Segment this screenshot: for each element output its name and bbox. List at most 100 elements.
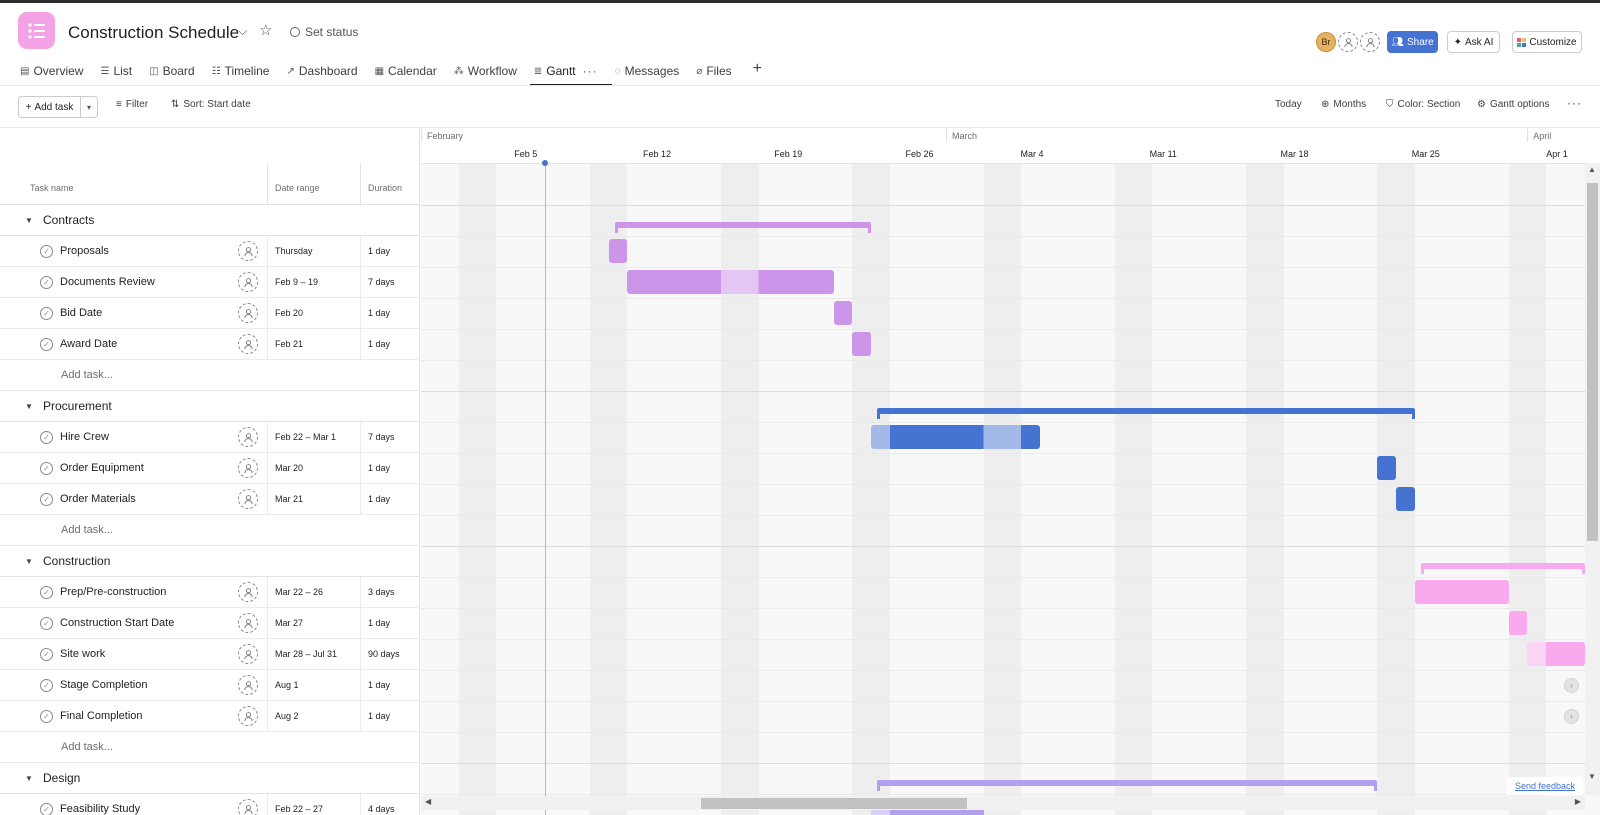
today-button[interactable]: Today: [1275, 99, 1302, 110]
task-duration[interactable]: 1 day: [368, 463, 390, 473]
task-duration[interactable]: 1 day: [368, 246, 390, 256]
task-name[interactable]: Award Date: [60, 338, 117, 350]
complete-check-icon[interactable]: ✓: [40, 245, 53, 258]
section-summary-bar[interactable]: [614, 222, 871, 233]
task-date-range[interactable]: Feb 22 – 27: [275, 804, 323, 814]
task-row[interactable]: ✓ Final Completion Aug 2 1 day: [0, 701, 419, 732]
task-row[interactable]: ✓ Stage Completion Aug 1 1 day: [0, 670, 419, 701]
section-header-procurement[interactable]: ▼ Procurement: [0, 391, 419, 422]
empty-avatar-icon[interactable]: [1360, 32, 1380, 52]
caret-down-icon[interactable]: ▼: [25, 216, 33, 225]
task-duration[interactable]: 1 day: [368, 308, 390, 318]
task-duration[interactable]: 1 day: [368, 494, 390, 504]
tab-overview[interactable]: ▤ Overview: [20, 61, 89, 81]
task-duration[interactable]: 90 days: [368, 649, 400, 659]
task-name[interactable]: Proposals: [60, 245, 109, 257]
zoom-months-button[interactable]: ⊕ Months: [1321, 99, 1366, 110]
task-row[interactable]: ✓ Documents Review Feb 9 – 19 7 days: [0, 267, 419, 298]
task-row[interactable]: ✓ Prep/Pre-construction Mar 22 – 26 3 days: [0, 577, 419, 608]
tab-board[interactable]: ◫ Board: [149, 61, 200, 81]
task-date-range[interactable]: Mar 21: [275, 494, 303, 504]
task-duration[interactable]: 1 day: [368, 711, 390, 721]
project-list-icon[interactable]: [18, 12, 55, 49]
tab-workflow[interactable]: ⁂ Workflow: [454, 61, 523, 81]
tab-list[interactable]: ☰ List: [100, 61, 138, 81]
assignee-icon[interactable]: [238, 427, 258, 447]
tab-calendar[interactable]: ▦ Calendar: [375, 61, 443, 81]
task-bar[interactable]: [852, 332, 871, 356]
scroll-right-icon[interactable]: ▶: [1575, 797, 1581, 806]
caret-down-icon[interactable]: ▼: [25, 774, 33, 783]
task-name[interactable]: Order Materials: [60, 493, 136, 505]
section-summary-bar[interactable]: [877, 408, 1415, 419]
tab-dashboard[interactable]: ↗ Dashboard: [286, 61, 363, 81]
task-date-range[interactable]: Feb 9 – 19: [275, 277, 318, 287]
tab-gantt[interactable]: ≣ Gantt ···: [529, 61, 612, 86]
scroll-up-icon[interactable]: ▲: [1588, 165, 1596, 174]
add-task-main[interactable]: + Add task: [19, 97, 81, 117]
task-date-range[interactable]: Mar 28 – Jul 31: [275, 649, 337, 659]
vertical-scrollbar[interactable]: ▲ ▼: [1585, 163, 1600, 795]
complete-check-icon[interactable]: ✓: [40, 462, 53, 475]
task-bar[interactable]: [1508, 611, 1528, 635]
task-date-range[interactable]: Mar 22 – 26: [275, 587, 323, 597]
task-duration[interactable]: 7 days: [368, 277, 395, 287]
task-name[interactable]: Final Completion: [60, 710, 143, 722]
task-date-range[interactable]: Feb 21: [275, 339, 303, 349]
assignee-icon[interactable]: [238, 706, 258, 726]
task-bar[interactable]: [627, 270, 834, 294]
task-date-range[interactable]: Aug 2: [275, 711, 299, 721]
task-date-range[interactable]: Aug 1: [275, 680, 299, 690]
task-bar[interactable]: [1396, 487, 1415, 511]
assignee-icon[interactable]: [238, 613, 258, 633]
task-duration[interactable]: 7 days: [368, 432, 395, 442]
task-bar[interactable]: [1414, 580, 1509, 604]
task-name[interactable]: Bid Date: [60, 307, 102, 319]
filter-button[interactable]: ≡ Filter: [116, 99, 148, 110]
task-name[interactable]: Construction Start Date: [60, 617, 174, 629]
set-status-button[interactable]: Set status: [290, 25, 358, 39]
complete-check-icon[interactable]: ✓: [40, 648, 53, 661]
task-row[interactable]: ✓ Feasibility Study Feb 22 – 27 4 days: [0, 794, 419, 815]
task-name[interactable]: Documents Review: [60, 276, 155, 288]
star-icon[interactable]: ☆: [259, 21, 272, 39]
scrollbar-thumb[interactable]: [701, 798, 967, 809]
task-name[interactable]: Stage Completion: [60, 679, 147, 691]
section-name[interactable]: Procurement: [43, 399, 112, 413]
customize-button[interactable]: Customize: [1512, 31, 1582, 53]
share-button[interactable]: 👥︎ Share: [1387, 31, 1438, 53]
assignee-icon[interactable]: [238, 458, 258, 478]
complete-check-icon[interactable]: ✓: [40, 338, 53, 351]
avatar[interactable]: Br: [1316, 32, 1336, 52]
section-name[interactable]: Construction: [43, 554, 110, 568]
complete-check-icon[interactable]: ✓: [40, 276, 53, 289]
horizontal-scrollbar[interactable]: ◀ ▶: [421, 796, 1585, 810]
more-icon[interactable]: ···: [583, 64, 598, 78]
task-date-range[interactable]: Feb 20: [275, 308, 303, 318]
tab-files[interactable]: ⌀ Files: [696, 61, 737, 81]
complete-check-icon[interactable]: ✓: [40, 307, 53, 320]
gantt-timeline[interactable]: February March April Feb 5 Feb 12 Feb 19 Feb 2…: [421, 128, 1600, 815]
task-duration[interactable]: 1 day: [368, 339, 390, 349]
column-separator[interactable]: [267, 164, 268, 205]
add-task-row[interactable]: Add task...: [0, 515, 419, 546]
task-row[interactable]: ✓ Order Materials Mar 21 1 day: [0, 484, 419, 515]
task-name[interactable]: Prep/Pre-construction: [60, 586, 166, 598]
task-name[interactable]: Hire Crew: [60, 431, 109, 443]
section-summary-bar[interactable]: [877, 780, 1378, 791]
caret-down-icon[interactable]: ▼: [25, 557, 33, 566]
section-name[interactable]: Contracts: [43, 213, 94, 227]
scrollbar-thumb[interactable]: [1587, 183, 1598, 541]
caret-down-icon[interactable]: ▼: [25, 402, 33, 411]
add-tab-icon[interactable]: +: [753, 61, 762, 81]
task-name[interactable]: Feasibility Study: [60, 803, 140, 815]
assignee-icon[interactable]: [238, 582, 258, 602]
column-separator[interactable]: [360, 164, 361, 205]
assignee-icon[interactable]: [238, 799, 258, 815]
section-header-construction[interactable]: ▼ Construction: [0, 546, 419, 577]
assignee-icon[interactable]: [238, 241, 258, 261]
task-date-range[interactable]: Mar 27: [275, 618, 303, 628]
add-task-link[interactable]: Add task...: [61, 741, 113, 753]
add-task-button[interactable]: + Add task ▾: [18, 96, 98, 118]
offscreen-task-indicator[interactable]: ›: [1564, 709, 1579, 724]
